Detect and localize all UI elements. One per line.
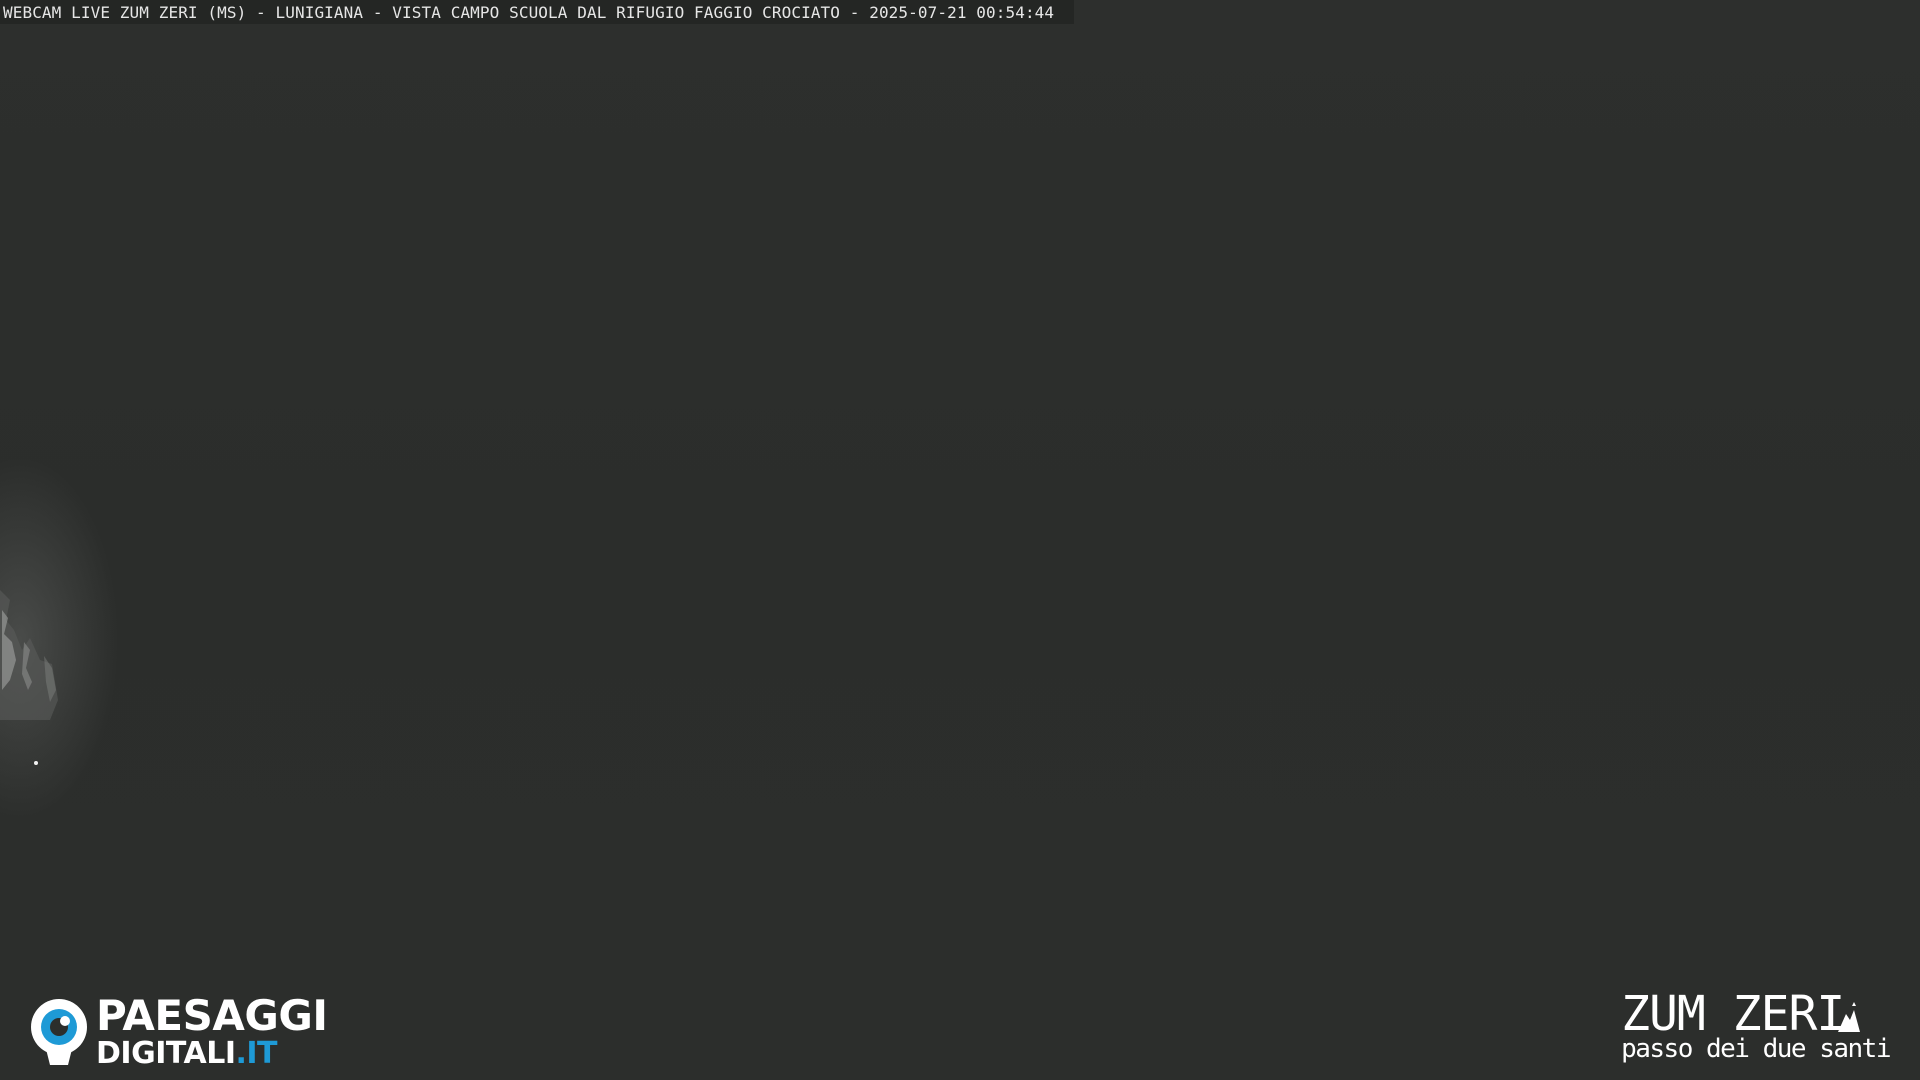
- zum-zeri-tagline: passo dei due santi: [1621, 1034, 1891, 1064]
- tree-silhouette-icon: [0, 590, 58, 720]
- logo-left-line2-main: DIGITALI: [96, 1036, 236, 1071]
- caption-text: WEBCAM LIVE ZUM ZERI (MS) - LUNIGIANA - …: [3, 2, 1055, 22]
- zum-zeri-brand-text: ZUM ZERI: [1621, 986, 1845, 1042]
- mountain-icon: [1838, 1002, 1861, 1032]
- caption-bar: WEBCAM LIVE ZUM ZERI (MS) - LUNIGIANA - …: [0, 0, 1075, 24]
- webcam-frame: WEBCAM LIVE ZUM ZERI (MS) - LUNIGIANA - …: [0, 0, 1920, 1080]
- zum-zeri-brand: ZUM ZERI: [1621, 990, 1890, 1038]
- logo-left-line1: PAESAGGI: [96, 991, 328, 1040]
- logo-left-line2: DIGITALI.IT: [96, 1039, 327, 1069]
- paesaggi-digitali-logo: PAESAGGI DIGITALI.IT: [28, 991, 328, 1069]
- zum-zeri-logo: ZUM ZERI passo dei due santi: [1621, 990, 1891, 1064]
- distant-light: [34, 761, 38, 765]
- eye-icon: [31, 999, 87, 1065]
- logo-left-line2-ext: .IT: [235, 1036, 278, 1071]
